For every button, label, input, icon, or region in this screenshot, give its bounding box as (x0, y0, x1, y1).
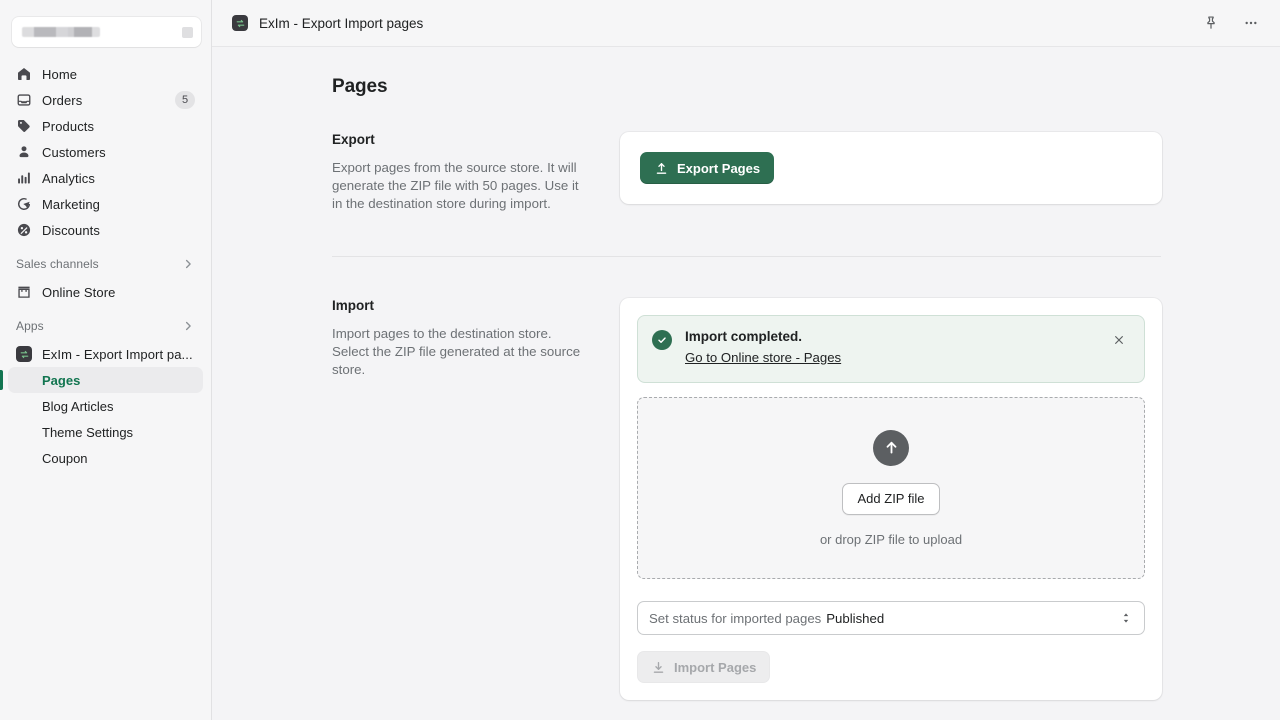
import-heading: Import (332, 298, 374, 313)
sidebar-item-label: Products (42, 118, 95, 134)
store-name-redacted (22, 27, 100, 37)
sidebar-item-customers[interactable]: Customers (8, 139, 203, 165)
sidebar-item-coupon[interactable]: Coupon (8, 445, 203, 471)
orders-inbox-icon (16, 92, 32, 108)
sidebar-item-marketing[interactable]: Marketing (8, 191, 203, 217)
select-updown-icon[interactable] (1119, 611, 1133, 625)
home-icon (16, 66, 32, 82)
export-section-panel: Export Pages (620, 132, 1162, 204)
sidebar-subitem-label: Coupon (42, 450, 88, 466)
sidebar-subitem-label: Theme Settings (42, 424, 134, 440)
chevron-right-icon[interactable] (181, 257, 195, 271)
discounts-percent-icon (16, 222, 32, 238)
download-arrow-icon (651, 660, 666, 675)
import-section-panel: Import completed. Go to Online store - P… (620, 298, 1162, 700)
sidebar: Home Orders 5 Products Customers Analyti… (0, 0, 212, 720)
marketing-target-icon (16, 196, 32, 212)
banner-title: Import completed. (685, 329, 803, 344)
sidebar-item-exim-app[interactable]: ExIm - Export Import pa... (8, 341, 203, 367)
upload-circle-arrow-icon (873, 429, 909, 466)
sidebar-item-products[interactable]: Products (8, 113, 203, 139)
sidebar-item-discounts[interactable]: Discounts (8, 217, 203, 243)
page-wrap: Pages Export Export pages from the sourc… (212, 76, 1280, 700)
apps-label: Apps (16, 319, 44, 333)
close-icon[interactable] (1108, 329, 1130, 351)
exim-app-icon (16, 346, 32, 362)
import-status-select-value: Published (826, 610, 885, 626)
sidebar-item-blog-articles[interactable]: Blog Articles (8, 393, 203, 419)
customers-person-icon (16, 144, 32, 160)
sidebar-item-home[interactable]: Home (8, 61, 203, 87)
sidebar-subitem-label: Blog Articles (42, 398, 114, 414)
sidebar-item-theme-settings[interactable]: Theme Settings (8, 419, 203, 445)
orders-badge: 5 (175, 91, 195, 109)
switch-store-icon[interactable] (182, 26, 193, 38)
page-content: Pages Export Export pages from the sourc… (212, 47, 1280, 720)
primary-nav: Home Orders 5 Products Customers Analyti… (0, 57, 211, 471)
main-area: ExIm - Export Import pages Pages Export … (212, 0, 1280, 720)
zip-dropzone[interactable]: Add ZIP file or drop ZIP file to upload (637, 397, 1145, 579)
sidebar-item-pages[interactable]: Pages (0, 367, 203, 393)
sidebar-item-analytics[interactable]: Analytics (8, 165, 203, 191)
chevron-right-icon[interactable] (181, 319, 195, 333)
dropzone-hint: or drop ZIP file to upload (819, 531, 963, 547)
add-zip-file-button[interactable]: Add ZIP file (841, 482, 941, 515)
export-pages-button[interactable]: Export Pages (640, 152, 775, 184)
page-title: Pages (332, 76, 388, 97)
import-submit-row: Import Pages (637, 651, 1145, 683)
export-section-info: Export Export pages from the source stor… (332, 132, 620, 213)
export-pages-button-label: Export Pages (677, 160, 761, 176)
exim-app-icon (232, 15, 248, 31)
app-title: ExIm - Export Import pages (259, 15, 424, 31)
products-tag-icon (16, 118, 32, 134)
import-pages-button[interactable]: Import Pages (637, 651, 771, 683)
sidebar-item-label: Analytics (42, 170, 95, 186)
export-heading: Export (332, 132, 375, 147)
import-pages-button-label: Import Pages (674, 659, 757, 675)
import-status-select-label: Set status for imported pages (649, 610, 822, 626)
export-section: Export Export pages from the source stor… (332, 132, 1280, 213)
sidebar-item-online-store[interactable]: Online Store (8, 279, 203, 305)
store-switcher[interactable] (12, 17, 201, 47)
sidebar-item-label: Customers (42, 144, 106, 160)
sales-channels-label: Sales channels (16, 257, 99, 271)
sidebar-item-label: Discounts (42, 222, 100, 238)
section-divider (332, 256, 1161, 257)
sidebar-section-apps[interactable]: Apps (8, 313, 203, 339)
import-status-select[interactable]: Set status for imported pages Published (637, 601, 1145, 635)
topbar-actions (1198, 10, 1264, 36)
sidebar-subitem-label: Pages (42, 372, 81, 388)
app-topbar: ExIm - Export Import pages (212, 0, 1280, 47)
sidebar-item-label: Online Store (42, 284, 116, 300)
sidebar-item-orders[interactable]: Orders 5 (8, 87, 203, 113)
import-card: Import completed. Go to Online store - P… (620, 298, 1162, 700)
active-indicator (0, 370, 3, 390)
app-root: Home Orders 5 Products Customers Analyti… (0, 0, 1280, 720)
export-card: Export Pages (620, 132, 1162, 204)
sidebar-item-label: Marketing (42, 196, 100, 212)
success-check-icon (652, 330, 672, 350)
sidebar-item-label: Orders (42, 92, 83, 108)
online-store-icon (16, 284, 32, 300)
banner-link[interactable]: Go to Online store - Pages (685, 350, 841, 365)
sidebar-section-sales-channels[interactable]: Sales channels (8, 251, 203, 277)
export-description: Export pages from the source store. It w… (332, 160, 579, 211)
sidebar-item-label: Home (42, 66, 78, 82)
banner-text-block: Import completed. Go to Online store - P… (685, 329, 841, 367)
import-description: Import pages to the destination store. S… (332, 326, 581, 377)
sidebar-item-label: ExIm - Export Import pa... (42, 346, 193, 362)
more-horizontal-icon[interactable] (1238, 10, 1264, 36)
import-section: Import Import pages to the destination s… (332, 298, 1280, 700)
analytics-bar-chart-icon (16, 170, 32, 186)
pin-icon[interactable] (1198, 10, 1224, 36)
import-section-info: Import Import pages to the destination s… (332, 298, 620, 379)
upload-arrow-icon (654, 161, 669, 176)
import-success-banner: Import completed. Go to Online store - P… (637, 315, 1145, 383)
